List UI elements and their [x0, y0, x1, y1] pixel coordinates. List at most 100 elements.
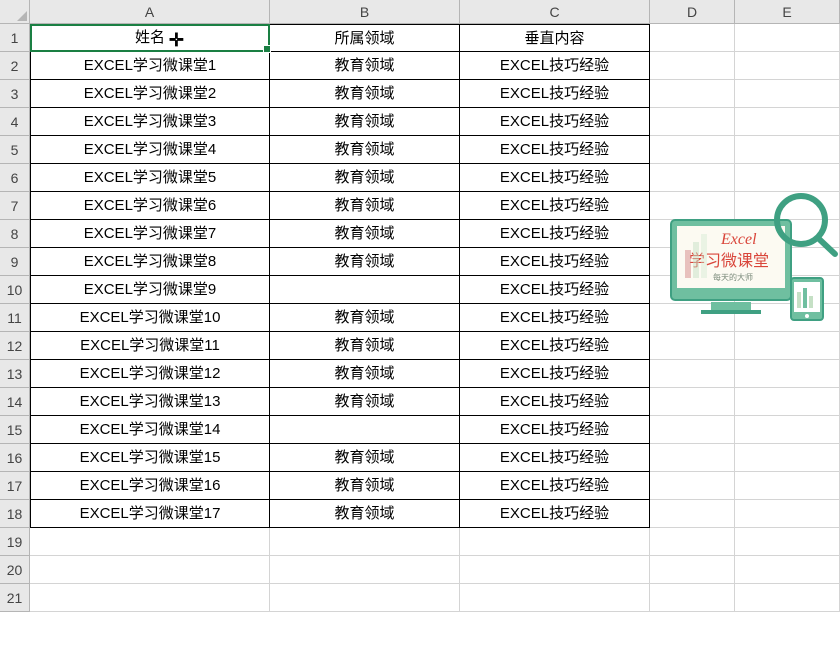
cell-E10[interactable]: [735, 276, 840, 304]
row-header-2[interactable]: 2: [0, 52, 30, 80]
row-header-19[interactable]: 19: [0, 528, 30, 556]
cell-E6[interactable]: [735, 164, 840, 192]
cell-D19[interactable]: [650, 528, 735, 556]
cell-D20[interactable]: [650, 556, 735, 584]
cell-C21[interactable]: [460, 584, 650, 612]
row-header-3[interactable]: 3: [0, 80, 30, 108]
cell-A15[interactable]: EXCEL学习微课堂14: [30, 416, 270, 444]
cell-C14[interactable]: EXCEL技巧经验: [460, 388, 650, 416]
cell-C20[interactable]: [460, 556, 650, 584]
cell-A5[interactable]: EXCEL学习微课堂4: [30, 136, 270, 164]
cell-C19[interactable]: [460, 528, 650, 556]
cell-A14[interactable]: EXCEL学习微课堂13: [30, 388, 270, 416]
spreadsheet-grid[interactable]: ABCDE1所属领域垂直内容2EXCEL学习微课堂1教育领域EXCEL技巧经验3…: [0, 0, 840, 612]
cell-D4[interactable]: [650, 108, 735, 136]
row-header-18[interactable]: 18: [0, 500, 30, 528]
cell-A7[interactable]: EXCEL学习微课堂6: [30, 192, 270, 220]
cell-B8[interactable]: 教育领域: [270, 220, 460, 248]
row-header-17[interactable]: 17: [0, 472, 30, 500]
cell-C11[interactable]: EXCEL技巧经验: [460, 304, 650, 332]
row-header-16[interactable]: 16: [0, 444, 30, 472]
cell-B14[interactable]: 教育领域: [270, 388, 460, 416]
cell-B5[interactable]: 教育领域: [270, 136, 460, 164]
cell-A13[interactable]: EXCEL学习微课堂12: [30, 360, 270, 388]
cell-C2[interactable]: EXCEL技巧经验: [460, 52, 650, 80]
cell-A10[interactable]: EXCEL学习微课堂9: [30, 276, 270, 304]
row-header-7[interactable]: 7: [0, 192, 30, 220]
cell-E3[interactable]: [735, 80, 840, 108]
row-header-10[interactable]: 10: [0, 276, 30, 304]
cell-A2[interactable]: EXCEL学习微课堂1: [30, 52, 270, 80]
row-header-9[interactable]: 9: [0, 248, 30, 276]
cell-A9[interactable]: EXCEL学习微课堂8: [30, 248, 270, 276]
cell-E9[interactable]: [735, 248, 840, 276]
cell-B6[interactable]: 教育领域: [270, 164, 460, 192]
cell-D8[interactable]: [650, 220, 735, 248]
col-header-E[interactable]: E: [735, 0, 840, 24]
cell-D6[interactable]: [650, 164, 735, 192]
cell-D15[interactable]: [650, 416, 735, 444]
cell-B12[interactable]: 教育领域: [270, 332, 460, 360]
cell-E19[interactable]: [735, 528, 840, 556]
cell-B2[interactable]: 教育领域: [270, 52, 460, 80]
cell-A20[interactable]: [30, 556, 270, 584]
cell-E14[interactable]: [735, 388, 840, 416]
select-all-corner[interactable]: [0, 0, 30, 24]
cell-D5[interactable]: [650, 136, 735, 164]
cell-A8[interactable]: EXCEL学习微课堂7: [30, 220, 270, 248]
cell-D17[interactable]: [650, 472, 735, 500]
cell-A11[interactable]: EXCEL学习微课堂10: [30, 304, 270, 332]
row-header-21[interactable]: 21: [0, 584, 30, 612]
cell-B20[interactable]: [270, 556, 460, 584]
cell-B18[interactable]: 教育领域: [270, 500, 460, 528]
cell-B13[interactable]: 教育领域: [270, 360, 460, 388]
cell-D10[interactable]: [650, 276, 735, 304]
cell-D7[interactable]: [650, 192, 735, 220]
cell-D14[interactable]: [650, 388, 735, 416]
cell-B1[interactable]: 所属领域: [270, 24, 460, 52]
cell-A1[interactable]: [30, 24, 270, 52]
cell-D18[interactable]: [650, 500, 735, 528]
row-header-1[interactable]: 1: [0, 24, 30, 52]
row-header-11[interactable]: 11: [0, 304, 30, 332]
cell-D11[interactable]: [650, 304, 735, 332]
cell-C15[interactable]: EXCEL技巧经验: [460, 416, 650, 444]
cell-E13[interactable]: [735, 360, 840, 388]
cell-C6[interactable]: EXCEL技巧经验: [460, 164, 650, 192]
cell-E16[interactable]: [735, 444, 840, 472]
row-header-14[interactable]: 14: [0, 388, 30, 416]
cell-C9[interactable]: EXCEL技巧经验: [460, 248, 650, 276]
cell-E7[interactable]: [735, 192, 840, 220]
cell-B17[interactable]: 教育领域: [270, 472, 460, 500]
cell-C1[interactable]: 垂直内容: [460, 24, 650, 52]
col-header-B[interactable]: B: [270, 0, 460, 24]
cell-B19[interactable]: [270, 528, 460, 556]
cell-A12[interactable]: EXCEL学习微课堂11: [30, 332, 270, 360]
cell-E17[interactable]: [735, 472, 840, 500]
cell-D9[interactable]: [650, 248, 735, 276]
cell-C7[interactable]: EXCEL技巧经验: [460, 192, 650, 220]
cell-D1[interactable]: [650, 24, 735, 52]
cell-A18[interactable]: EXCEL学习微课堂17: [30, 500, 270, 528]
cell-E11[interactable]: [735, 304, 840, 332]
cell-B10[interactable]: [270, 276, 460, 304]
row-header-6[interactable]: 6: [0, 164, 30, 192]
cell-E15[interactable]: [735, 416, 840, 444]
cell-D12[interactable]: [650, 332, 735, 360]
row-header-12[interactable]: 12: [0, 332, 30, 360]
row-header-15[interactable]: 15: [0, 416, 30, 444]
cell-C17[interactable]: EXCEL技巧经验: [460, 472, 650, 500]
cell-E20[interactable]: [735, 556, 840, 584]
cell-D2[interactable]: [650, 52, 735, 80]
cell-A6[interactable]: EXCEL学习微课堂5: [30, 164, 270, 192]
cell-A17[interactable]: EXCEL学习微课堂16: [30, 472, 270, 500]
col-header-A[interactable]: A: [30, 0, 270, 24]
cell-D16[interactable]: [650, 444, 735, 472]
col-header-C[interactable]: C: [460, 0, 650, 24]
cell-C16[interactable]: EXCEL技巧经验: [460, 444, 650, 472]
cell-B16[interactable]: 教育领域: [270, 444, 460, 472]
cell-C5[interactable]: EXCEL技巧经验: [460, 136, 650, 164]
cell-A3[interactable]: EXCEL学习微课堂2: [30, 80, 270, 108]
cell-A4[interactable]: EXCEL学习微课堂3: [30, 108, 270, 136]
cell-B4[interactable]: 教育领域: [270, 108, 460, 136]
